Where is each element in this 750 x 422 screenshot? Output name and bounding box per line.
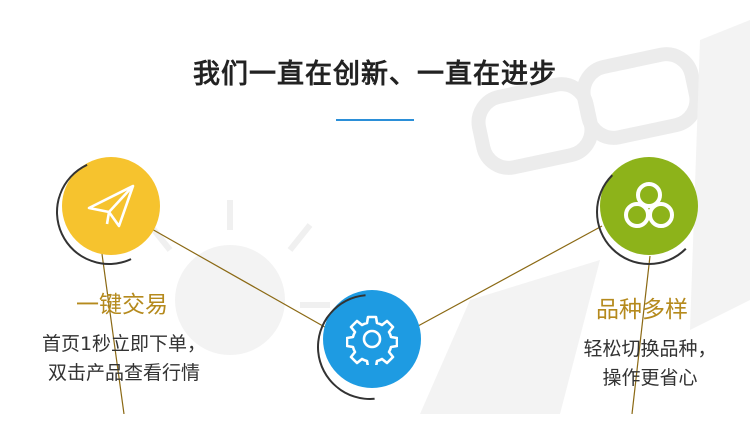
feature-desc-trade-line1: 首页1秒立即下单， (41, 333, 207, 355)
feature-title-variety: 品种多样 (596, 297, 688, 323)
three-circles-icon (624, 182, 674, 228)
feature-desc-variety: 轻松切换品种， 操作更省心 (562, 335, 738, 393)
feature-circle-settings[interactable] (323, 290, 421, 388)
gear-icon (346, 315, 398, 365)
connector-center-to-right (417, 225, 603, 327)
feature-desc-trade: 首页1秒立即下单， 双击产品查看行情 (26, 330, 222, 388)
feature-circle-variety[interactable] (600, 157, 698, 255)
feature-title-trade: 一键交易 (76, 292, 168, 318)
feature-desc-trade-line2: 双击产品查看行情 (47, 362, 200, 384)
feature-desc-variety-line2: 操作更省心 (602, 367, 698, 389)
feature-circle-trade[interactable] (62, 157, 160, 255)
feature-desc-variety-line1: 轻松切换品种， (583, 338, 717, 360)
paper-plane-icon (87, 184, 135, 228)
connector-left-to-center (149, 227, 331, 331)
